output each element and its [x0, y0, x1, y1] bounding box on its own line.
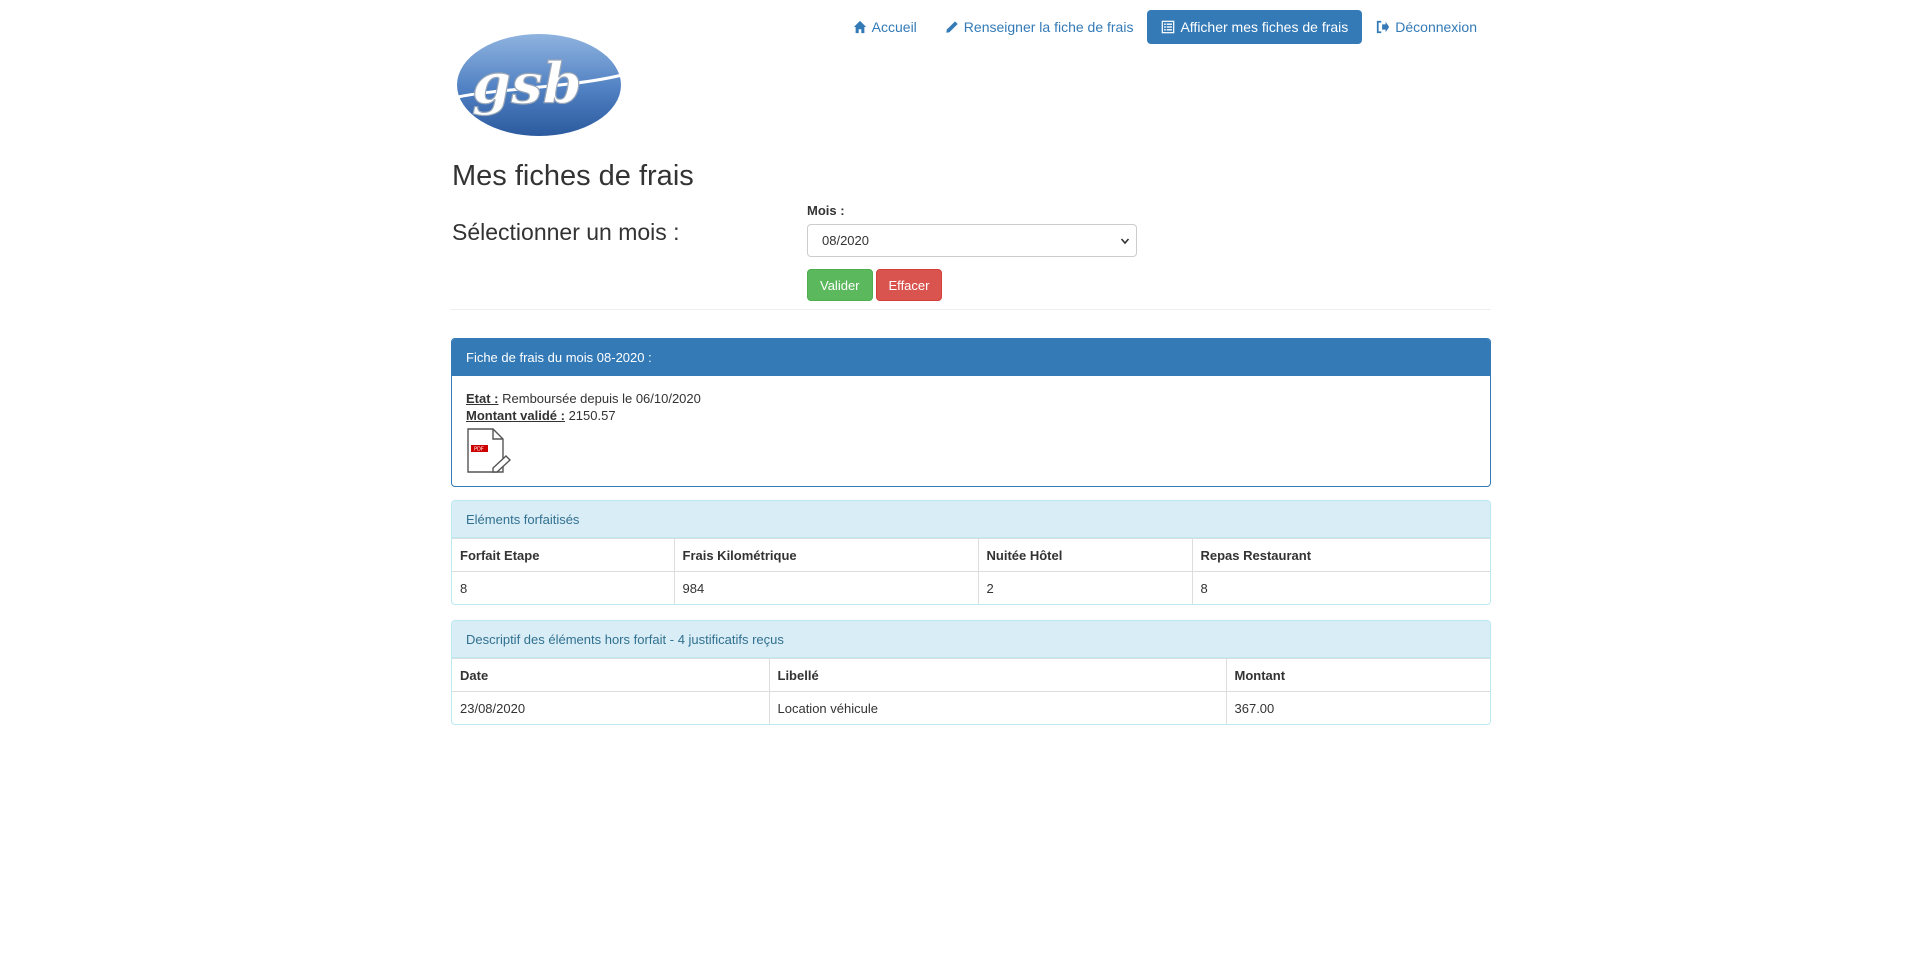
list-alt-icon [1162, 20, 1175, 34]
month-label: Mois : [807, 203, 845, 218]
home-icon [853, 20, 866, 34]
offflat-panel-header: Descriptif des éléments hors forfait - 4… [452, 621, 1490, 658]
month-select[interactable]: 08/2020 [807, 224, 1137, 257]
offflat-cell-amount: 367.00 [1225, 691, 1490, 724]
svg-text:PDF: PDF [474, 447, 484, 453]
state-line: Etat : Remboursée depuis le 06/10/2020 [466, 390, 1476, 407]
sheet-panel-header: Fiche de frais du mois 08-2020 : [452, 339, 1490, 376]
nav-fill-link[interactable]: Renseigner la fiche de frais [931, 10, 1148, 44]
month-select-value: 08/2020 [822, 233, 869, 248]
gsb-logo: gsb [457, 34, 623, 136]
nav-view-link[interactable]: Afficher mes fiches de frais [1147, 10, 1363, 44]
flat-cell: 8 [452, 571, 675, 604]
flat-col-header: Forfait Etape [452, 538, 675, 572]
state-value: Remboursée depuis le 06/10/2020 [502, 391, 701, 406]
nav-fill-label: Renseigner la fiche de frais [963, 19, 1134, 35]
flat-cell: 8 [1191, 571, 1490, 604]
nav-home-link[interactable]: Accueil [839, 10, 931, 44]
chevron-down-icon [1120, 237, 1130, 244]
nav-home-label: Accueil [871, 19, 917, 35]
amount-value: 2150.57 [568, 408, 616, 423]
flat-table: Forfait Etape Frais Kilométrique Nuitée … [452, 538, 1490, 604]
flat-col-header: Nuitée Hôtel [977, 538, 1193, 572]
validate-button[interactable]: Valider [807, 269, 873, 301]
flat-cell: 2 [977, 571, 1193, 604]
logout-icon [1377, 20, 1390, 34]
divider [451, 309, 1491, 310]
flat-col-header: Repas Restaurant [1191, 538, 1490, 572]
offflat-col-header: Date [452, 658, 770, 692]
nav-logout-label: Déconnexion [1395, 19, 1477, 35]
clear-button[interactable]: Effacer [875, 269, 943, 301]
month-form: Mois : 08/2020 Valider Effacer [807, 203, 1137, 301]
svg-text:gsb: gsb [472, 51, 582, 117]
state-label: Etat : [466, 391, 499, 406]
offflat-cell-date: 23/08/2020 [452, 691, 770, 724]
flat-col-header: Frais Kilométrique [673, 538, 979, 572]
pdf-icon[interactable]: PDF [466, 428, 512, 474]
pencil-icon [946, 21, 958, 33]
nav-logout-link[interactable]: Déconnexion [1362, 10, 1491, 44]
offflat-panel: Descriptif des éléments hors forfait - 4… [451, 620, 1491, 725]
offflat-col-header: Libellé [768, 658, 1227, 692]
flat-panel: Eléments forfaitisés Forfait Etape Frais… [451, 500, 1491, 605]
table-row: 23/08/2020 Location véhicule 367.00 [452, 691, 1490, 724]
offflat-table: Date Libellé Montant 23/08/2020 Location… [452, 658, 1490, 724]
flat-cell: 984 [673, 571, 979, 604]
flat-panel-header: Eléments forfaitisés [452, 501, 1490, 538]
offflat-cell-label: Location véhicule [768, 691, 1227, 724]
table-row: 8 984 2 8 [452, 571, 1490, 604]
select-month-heading: Sélectionner un mois : [452, 219, 680, 245]
nav-view-label: Afficher mes fiches de frais [1180, 19, 1349, 35]
main-nav: Accueil Renseigner la fiche de frais Aff… [839, 10, 1491, 44]
sheet-panel: Fiche de frais du mois 08-2020 : Etat : … [451, 338, 1491, 487]
offflat-col-header: Montant [1225, 658, 1490, 692]
amount-line: Montant validé : 2150.57 [466, 407, 1476, 424]
page-title: Mes fiches de frais [452, 160, 694, 192]
sheet-panel-body: Etat : Remboursée depuis le 06/10/2020 M… [452, 376, 1490, 486]
amount-label: Montant validé : [466, 408, 565, 423]
form-buttons: Valider Effacer [807, 269, 1137, 301]
